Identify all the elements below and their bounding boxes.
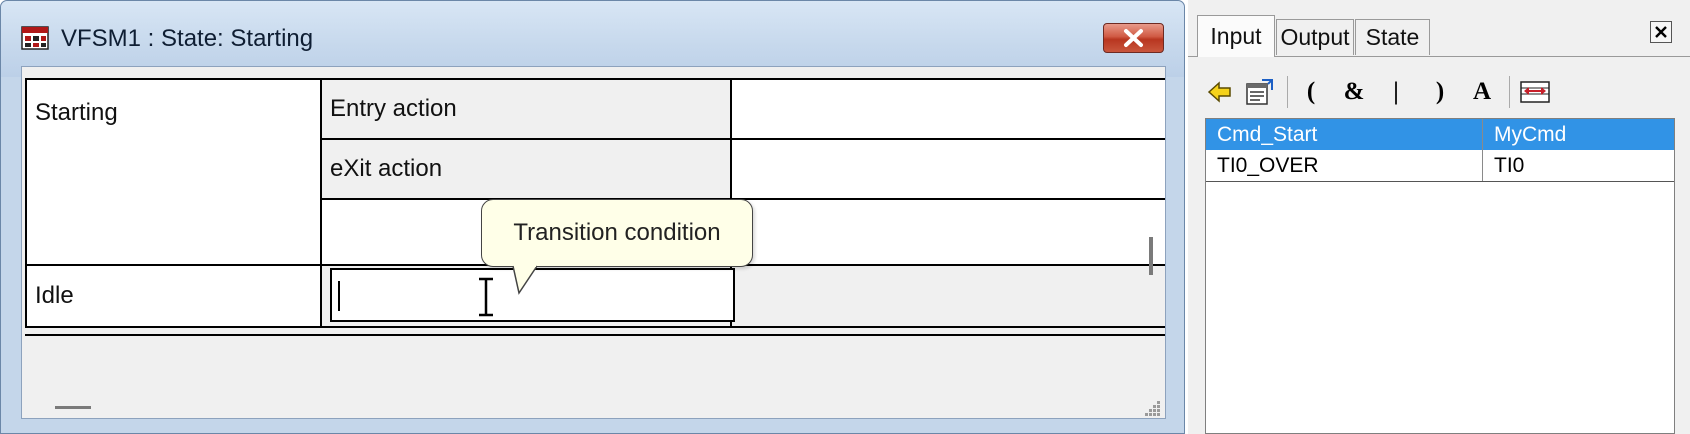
grid-line xyxy=(321,138,1165,140)
back-button[interactable] xyxy=(1205,76,1235,108)
transition-condition-tooltip: Transition condition xyxy=(481,199,753,267)
app-icon xyxy=(21,26,49,50)
toolbar-separator xyxy=(1509,76,1510,108)
state-editor-window: VFSM1 : State: Starting Starting Entry a… xyxy=(0,0,1185,434)
next-state-cell[interactable]: Idle xyxy=(26,265,321,327)
entry-action-value-cell[interactable] xyxy=(731,79,1165,139)
grid-line xyxy=(25,78,27,328)
arrow-left-icon xyxy=(1207,81,1231,103)
signal-value: TI0 xyxy=(1494,153,1525,177)
properties-button[interactable] xyxy=(1244,76,1274,108)
exit-action-value-cell[interactable] xyxy=(731,139,1165,199)
close-button[interactable] xyxy=(1103,23,1164,53)
fit-width-button[interactable] xyxy=(1518,76,1552,108)
vertical-scrollbar-thumb[interactable] xyxy=(1149,237,1153,275)
input-signal-list[interactable]: Cmd_Start MyCmd TI0_OVER TI0 xyxy=(1205,118,1675,434)
tooltip-tail xyxy=(512,265,538,295)
tab-output[interactable]: Output xyxy=(1276,19,1354,55)
entry-action-label: Entry action xyxy=(330,95,457,122)
signals-panel: Input Output State ( & | ) A Cmd_Start M… xyxy=(1188,0,1690,434)
close-icon xyxy=(1124,29,1143,47)
signal-name: Cmd_Start xyxy=(1206,119,1483,150)
state-name: Starting xyxy=(35,99,118,126)
toolbar-separator xyxy=(1287,76,1288,108)
exit-action-label-cell: eXit action xyxy=(321,139,731,199)
or-button[interactable]: | xyxy=(1381,76,1411,108)
grid-line xyxy=(25,326,1165,328)
grid-line xyxy=(320,78,322,328)
and-button[interactable]: & xyxy=(1339,76,1369,108)
list-row[interactable]: TI0_OVER TI0 xyxy=(1206,150,1674,182)
tab-state[interactable]: State xyxy=(1355,19,1430,55)
panel-close-button[interactable] xyxy=(1650,21,1672,43)
tooltip-text: Transition condition xyxy=(513,219,721,246)
next-state-name: Idle xyxy=(35,282,74,309)
close-paren-button[interactable]: ) xyxy=(1425,76,1455,108)
tab-input[interactable]: Input xyxy=(1197,15,1275,57)
state-name-cell[interactable]: Starting xyxy=(26,79,321,265)
grid-line xyxy=(25,334,1165,336)
text-cursor-icon xyxy=(479,277,493,317)
signal-name: TI0_OVER xyxy=(1206,150,1483,181)
grid-line xyxy=(25,78,1165,80)
fit-width-icon xyxy=(1520,81,1550,103)
close-icon xyxy=(1655,26,1667,38)
entry-action-label-cell: Entry action xyxy=(321,79,731,139)
resize-grip-icon[interactable] xyxy=(1143,399,1161,417)
list-row[interactable]: Cmd_Start MyCmd xyxy=(1206,119,1674,150)
empty-value-cell[interactable] xyxy=(731,199,1165,265)
open-paren-button[interactable]: ( xyxy=(1296,76,1326,108)
properties-icon xyxy=(1246,79,1273,105)
text-button[interactable]: A xyxy=(1467,76,1497,108)
window-title: VFSM1 : State: Starting xyxy=(61,25,314,52)
text-caret xyxy=(338,281,340,311)
signal-value: MyCmd xyxy=(1483,119,1674,150)
exit-action-label: eXit action xyxy=(330,155,443,182)
transition-action-cell[interactable] xyxy=(731,265,1165,327)
horizontal-scrollbar-thumb[interactable] xyxy=(55,406,91,409)
